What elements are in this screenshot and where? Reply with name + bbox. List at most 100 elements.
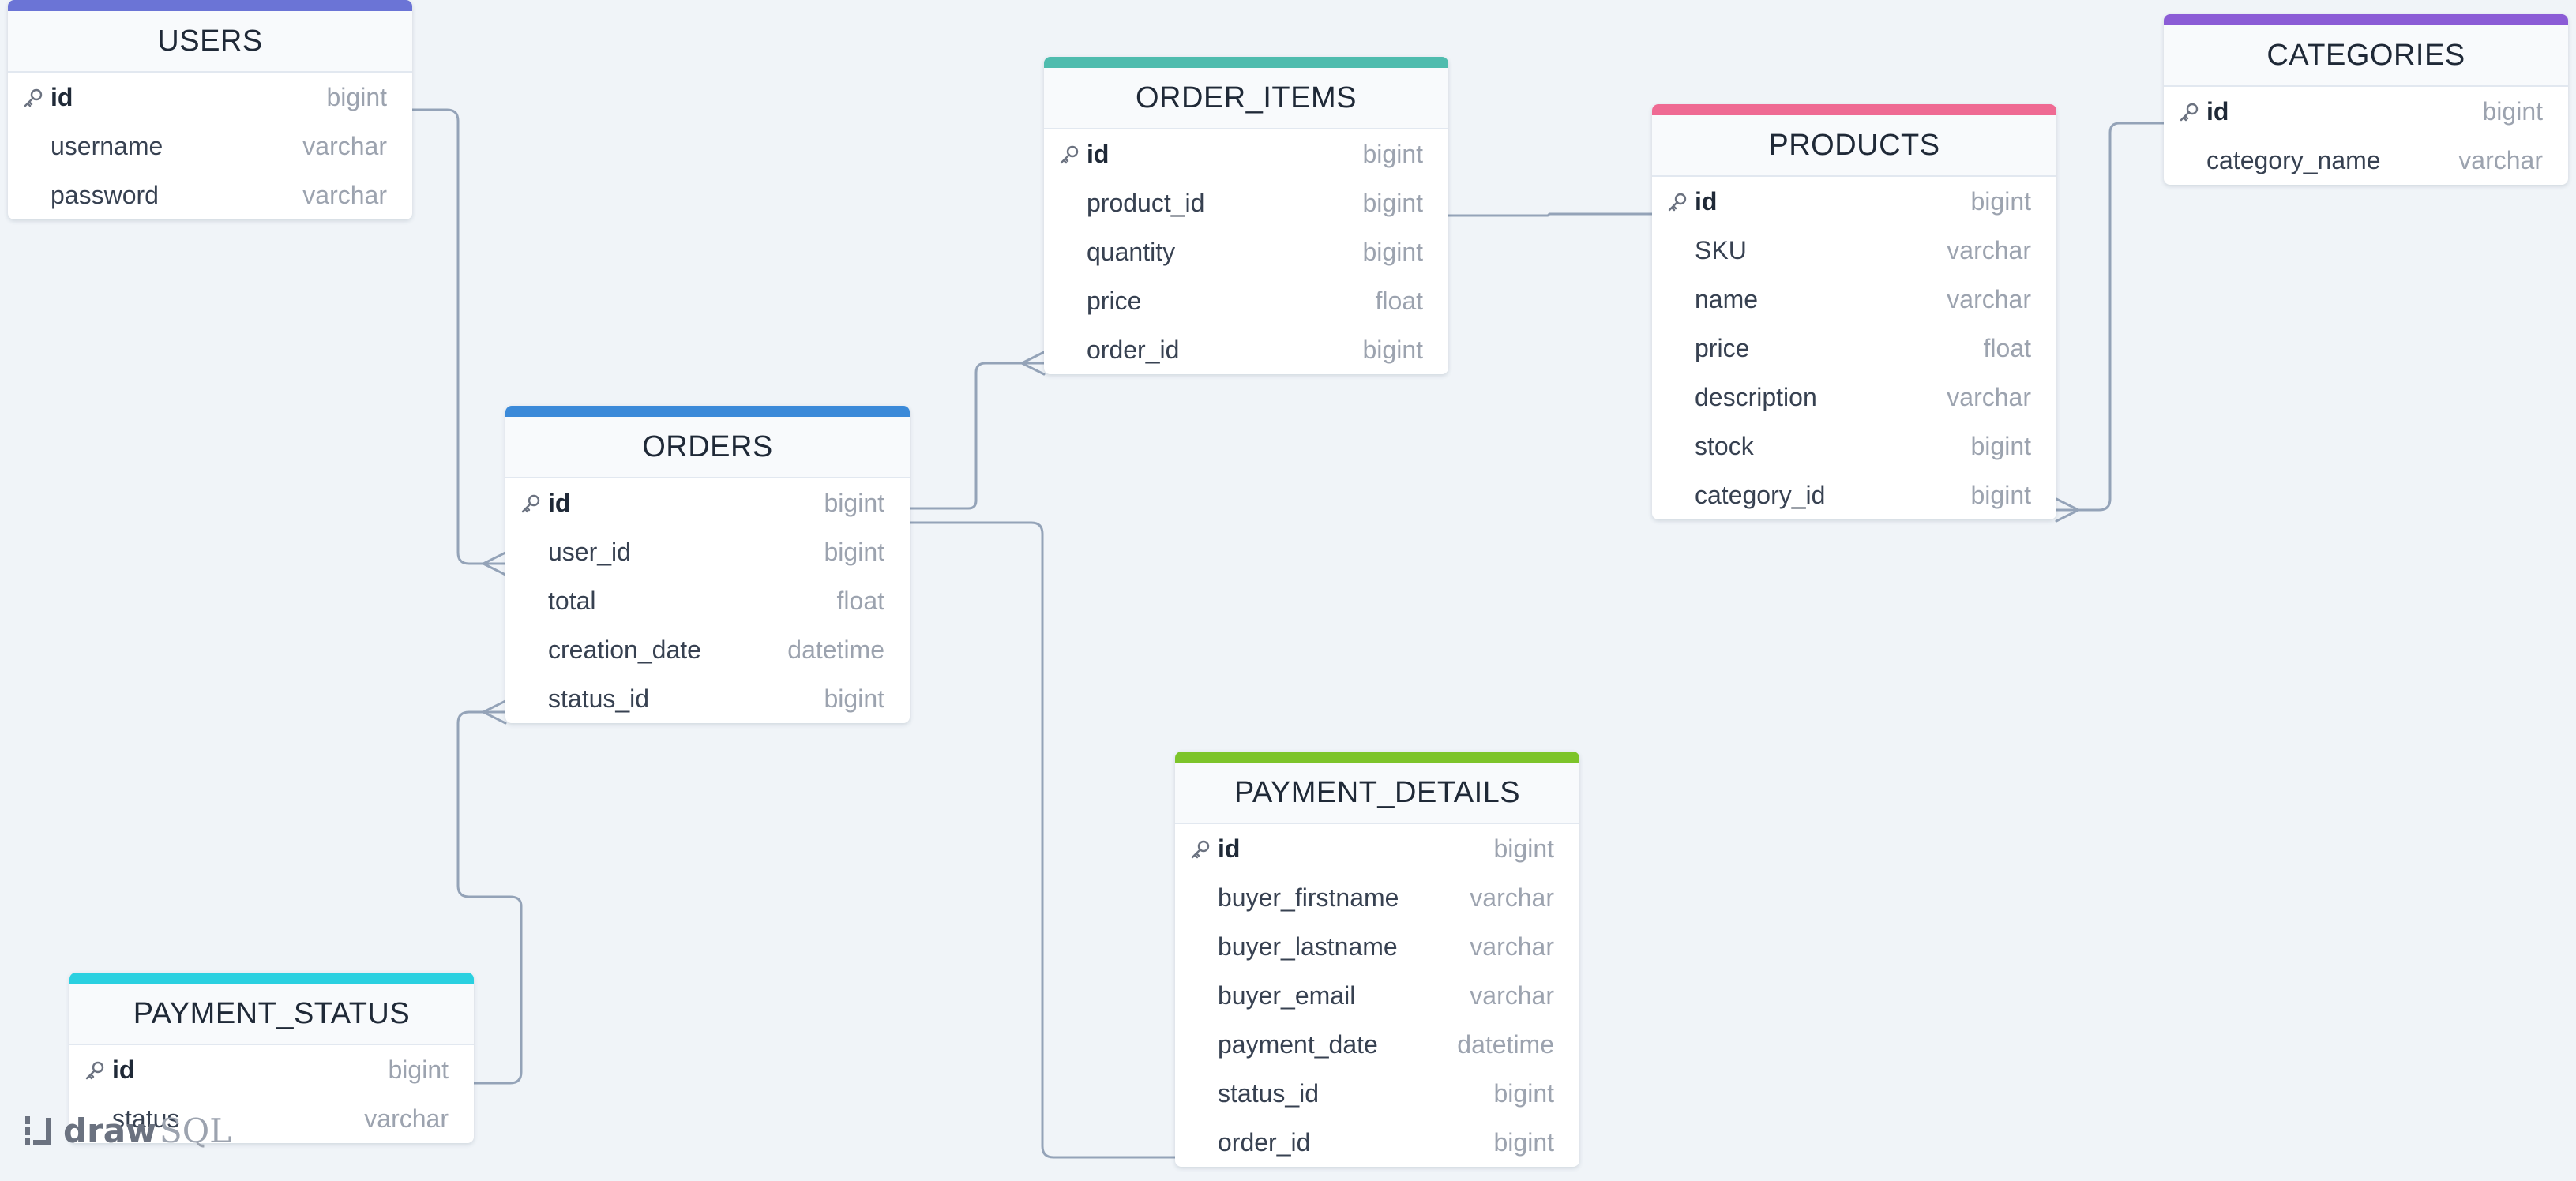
- crowfoot-orders-user-id: [482, 551, 507, 576]
- column-row[interactable]: id bigint: [8, 73, 412, 122]
- column-name: payment_date: [1218, 1029, 1378, 1059]
- rel-orders-order-items: [908, 362, 1046, 510]
- table-title: PAYMENT_STATUS: [133, 996, 411, 1030]
- primary-key-icon: [85, 1061, 104, 1080]
- column-type: bigint: [1493, 1127, 1555, 1157]
- column-name: name: [1695, 284, 1759, 313]
- column-row[interactable]: name varchar: [1652, 275, 2056, 324]
- column-row[interactable]: order_id bigint: [1044, 325, 1448, 374]
- column-type: bigint: [388, 1055, 449, 1084]
- column-row[interactable]: id bigint: [1044, 129, 1448, 178]
- column-type: varchar: [302, 180, 387, 209]
- column-row[interactable]: status_id bigint: [1175, 1069, 1579, 1118]
- column-row[interactable]: buyer_email varchar: [1175, 971, 1579, 1020]
- table-header[interactable]: CATEGORIES: [2164, 14, 2568, 87]
- column-type: bigint: [824, 537, 885, 566]
- column-row[interactable]: category_id bigint: [1652, 471, 2056, 519]
- column-name: buyer_lastname: [1218, 932, 1398, 961]
- column-row[interactable]: user_id bigint: [505, 527, 910, 576]
- column-name: quantity: [1087, 237, 1176, 266]
- column-row[interactable]: id bigint: [69, 1045, 474, 1094]
- crowfoot-order-items-order-id: [1020, 351, 1046, 376]
- table-header[interactable]: USERS: [8, 0, 412, 73]
- column-row[interactable]: creation_date datetime: [505, 625, 910, 674]
- column-type: bigint: [824, 488, 885, 517]
- crowfoot-products-category-id: [2055, 497, 2080, 523]
- column-name: stock: [1695, 431, 1754, 460]
- drawsql-logo-icon: [25, 1116, 51, 1145]
- table-title: CATEGORIES: [2266, 38, 2465, 72]
- table-title: PRODUCTS: [1768, 128, 1940, 162]
- column-row[interactable]: username varchar: [8, 122, 412, 171]
- column-type: varchar: [1470, 883, 1554, 912]
- table-orders[interactable]: ORDERS id bigint user_id bigint total float cre…: [505, 406, 910, 723]
- column-type: bigint: [1362, 335, 1424, 364]
- table-products[interactable]: PRODUCTS id bigint SKU varchar name varchar pri…: [1652, 104, 2056, 519]
- column-type: bigint: [1362, 139, 1424, 168]
- table-header[interactable]: ORDERS: [505, 406, 910, 478]
- table-header[interactable]: PRODUCTS: [1652, 104, 2056, 177]
- column-name: buyer_firstname: [1218, 883, 1399, 912]
- table-header[interactable]: PAYMENT_STATUS: [69, 973, 474, 1045]
- column-name: id: [548, 488, 571, 517]
- column-row[interactable]: product_id bigint: [1044, 178, 1448, 227]
- table-title: USERS: [157, 24, 263, 58]
- column-type: bigint: [1493, 1078, 1555, 1108]
- column-type: bigint: [1362, 188, 1424, 217]
- column-type: bigint: [1970, 186, 2032, 216]
- table-title: ORDERS: [642, 429, 773, 463]
- column-type: varchar: [1470, 980, 1554, 1010]
- column-name: id: [112, 1055, 135, 1084]
- table-title: PAYMENT_DETAILS: [1234, 775, 1521, 809]
- table-users[interactable]: USERS id bigint username varchar password varc…: [8, 0, 412, 219]
- column-row[interactable]: id bigint: [1175, 824, 1579, 873]
- rel-users-orders: [409, 108, 507, 565]
- column-row[interactable]: price float: [1652, 324, 2056, 373]
- column-name: id: [1695, 186, 1718, 216]
- column-row[interactable]: payment_date datetime: [1175, 1020, 1579, 1069]
- column-row[interactable]: id bigint: [2164, 87, 2568, 136]
- column-row[interactable]: total float: [505, 576, 910, 625]
- table-header[interactable]: ORDER_ITEMS: [1044, 57, 1448, 129]
- column-name: id: [1087, 139, 1110, 168]
- column-name: user_id: [548, 537, 631, 566]
- logo-text-sql: SQL: [159, 1111, 232, 1150]
- column-type: bigint: [2482, 96, 2544, 126]
- column-type: bigint: [1493, 834, 1555, 863]
- primary-key-icon: [1060, 145, 1079, 164]
- column-type: bigint: [326, 82, 388, 111]
- column-type: datetime: [1457, 1029, 1554, 1059]
- column-row[interactable]: description varchar: [1652, 373, 2056, 422]
- column-name: order_id: [1087, 335, 1180, 364]
- table-header[interactable]: PAYMENT_DETAILS: [1175, 752, 1579, 824]
- column-row[interactable]: password varchar: [8, 171, 412, 219]
- column-name: order_id: [1218, 1127, 1311, 1157]
- table-categories[interactable]: CATEGORIES id bigint category_name varchar: [2164, 14, 2568, 185]
- column-type: varchar: [1947, 382, 2031, 411]
- column-row[interactable]: quantity bigint: [1044, 227, 1448, 276]
- table-order-items[interactable]: ORDER_ITEMS id bigint product_id bigint quant…: [1044, 57, 1448, 374]
- column-name: price: [1695, 333, 1750, 362]
- column-name: creation_date: [548, 635, 701, 664]
- rel-order-items-products: [1447, 212, 1654, 217]
- drawsql-logo: draw SQL: [24, 1107, 231, 1154]
- column-name: id: [1218, 834, 1241, 863]
- primary-key-icon: [1191, 840, 1210, 859]
- column-row[interactable]: status_id bigint: [505, 674, 910, 723]
- column-name: category_id: [1695, 480, 1826, 509]
- crowfoot-orders-status-id: [482, 699, 507, 725]
- column-row[interactable]: buyer_lastname varchar: [1175, 922, 1579, 971]
- column-type: float: [1983, 333, 2031, 362]
- column-row[interactable]: SKU varchar: [1652, 226, 2056, 275]
- column-row[interactable]: id bigint: [505, 478, 910, 527]
- column-row[interactable]: buyer_firstname varchar: [1175, 873, 1579, 922]
- table-payment-details[interactable]: PAYMENT_DETAILS id bigint buyer_firstname va…: [1175, 752, 1579, 1167]
- column-row[interactable]: id bigint: [1652, 177, 2056, 226]
- column-type: varchar: [2458, 145, 2543, 174]
- column-row[interactable]: stock bigint: [1652, 422, 2056, 471]
- column-row[interactable]: category_name varchar: [2164, 136, 2568, 185]
- primary-key-icon: [521, 494, 540, 513]
- column-row[interactable]: order_id bigint: [1175, 1118, 1579, 1167]
- column-type: varchar: [364, 1104, 449, 1133]
- column-row[interactable]: price float: [1044, 276, 1448, 325]
